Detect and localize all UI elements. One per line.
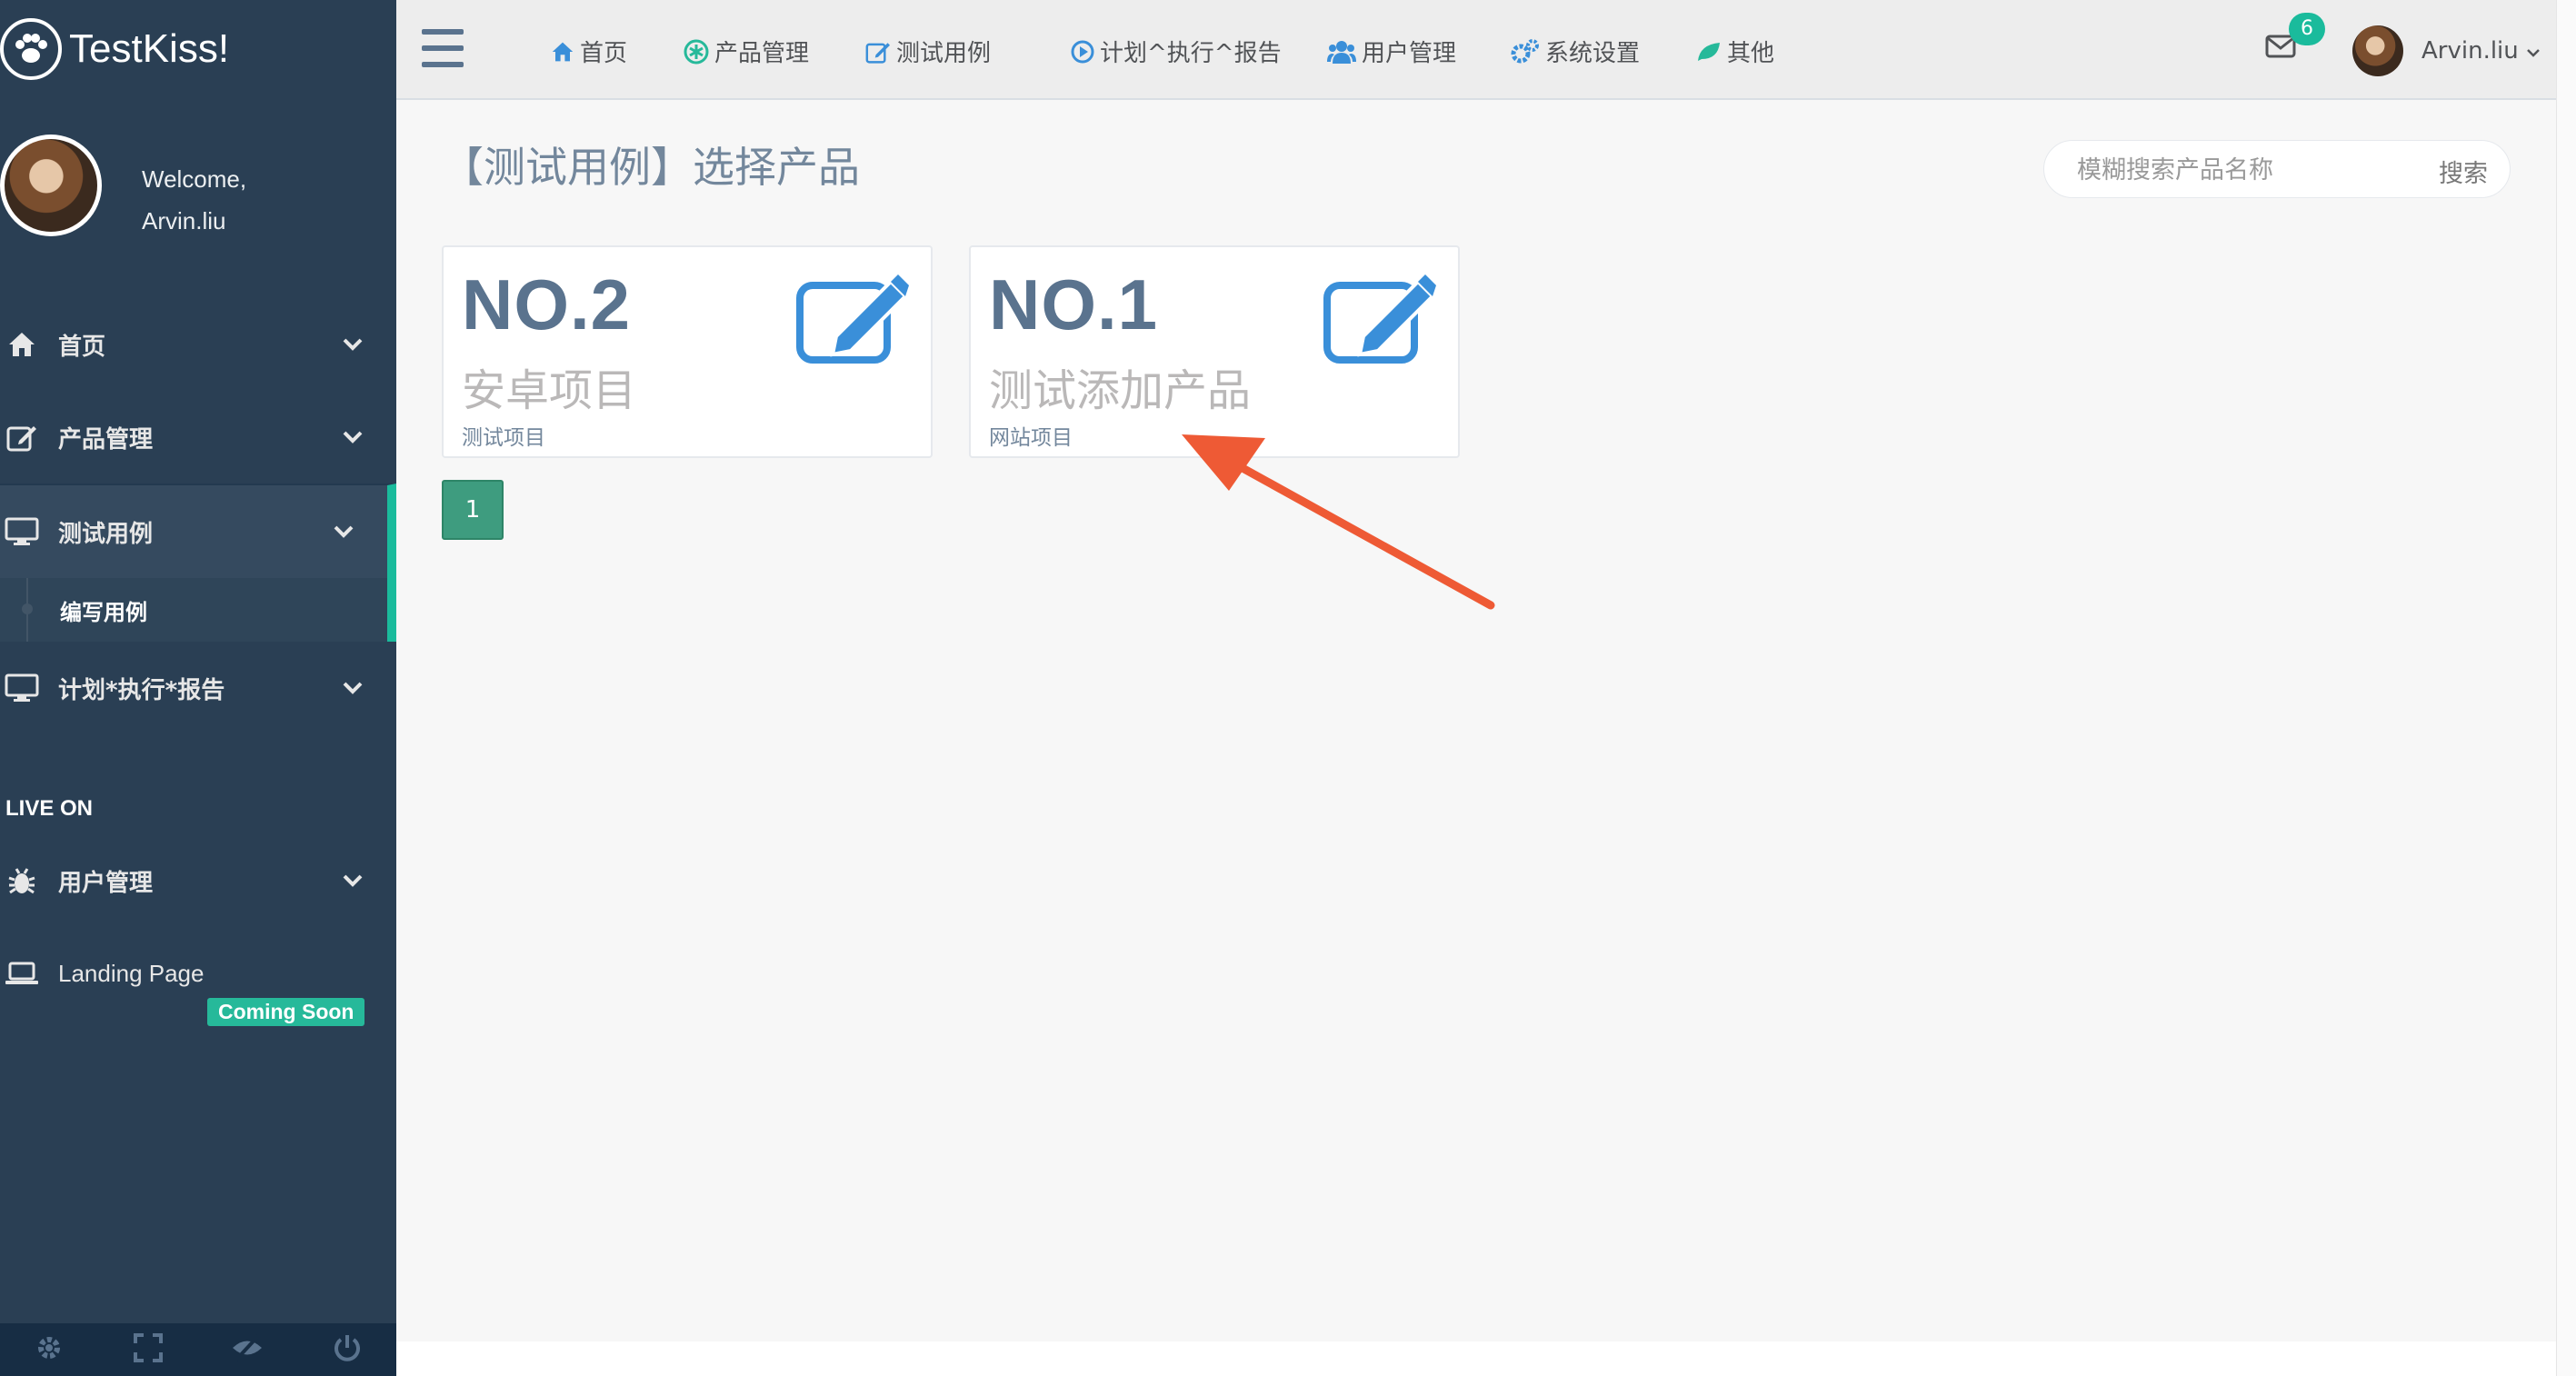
avatar xyxy=(2352,25,2403,76)
user-name: Arvin.liu xyxy=(2421,37,2519,65)
fullscreen-icon[interactable] xyxy=(133,1332,164,1367)
sidebar-item-home[interactable]: 首页 xyxy=(0,298,396,391)
top-nav-users[interactable]: 用户管理 xyxy=(1327,35,1456,68)
asterisk-icon xyxy=(684,39,709,65)
product-name: 安卓项目 xyxy=(462,365,637,416)
search-button[interactable]: 搜索 xyxy=(2439,154,2488,189)
sidebar-item-label: 测试用例 xyxy=(58,520,154,548)
sidebar-menu-live: 用户管理 Landing Page xyxy=(0,834,396,1020)
footer xyxy=(396,1341,2556,1376)
leaf-icon xyxy=(1696,41,1722,63)
sidebar-item-label: 计划*执行*报告 xyxy=(58,676,225,704)
product-number: NO.2 xyxy=(462,264,632,344)
edit-icon[interactable] xyxy=(796,273,909,367)
top-nav-testcases[interactable]: 测试用例 xyxy=(865,35,991,68)
top-nav-label: 系统设置 xyxy=(1545,40,1641,67)
home-icon xyxy=(4,326,40,363)
mail-count-badge: 6 xyxy=(2289,13,2325,45)
sidebar-menu: 首页 产品管理 测试用例 编写用例 计划*执行*报告 xyxy=(0,298,396,734)
bug-icon xyxy=(4,862,40,899)
product-name: 测试添加产品 xyxy=(989,365,1252,416)
chevron-down-icon xyxy=(342,424,364,451)
sidebar-item-label: Landing Page xyxy=(58,959,205,987)
sidebar-item-label: 首页 xyxy=(58,333,106,361)
user-menu[interactable]: Arvin.liu xyxy=(2352,25,2541,76)
chevron-down-icon xyxy=(342,331,364,358)
users-icon xyxy=(1327,40,1356,64)
page-title: 【测试用例】选择产品 xyxy=(442,143,860,192)
welcome-label: Welcome, xyxy=(142,165,247,193)
cogs-icon xyxy=(1511,38,1540,65)
sidebar-item-products[interactable]: 产品管理 xyxy=(0,391,396,484)
welcome-username: Arvin.liu xyxy=(142,207,226,234)
desktop-icon xyxy=(4,514,40,550)
chevron-down-icon xyxy=(333,518,354,545)
eye-close-icon[interactable] xyxy=(231,1332,264,1367)
sidebar-item-plan[interactable]: 计划*执行*报告 xyxy=(0,642,396,734)
top-nav-label: 产品管理 xyxy=(714,40,810,67)
edit-icon xyxy=(4,419,40,455)
sidebar-subitem-label: 编写用例 xyxy=(60,599,147,625)
desktop-icon xyxy=(4,670,40,706)
top-nav-plan[interactable]: 计划^执行^报告 xyxy=(1071,35,1282,68)
paw-icon xyxy=(0,18,62,80)
top-nav-home[interactable]: 首页 xyxy=(551,35,627,68)
top-navbar: 首页 产品管理 测试用例 计划^执行^报告 用户管理 系统设置 其他 6 Arv… xyxy=(396,0,2556,100)
top-nav-label: 用户管理 xyxy=(1362,40,1457,67)
top-nav-settings[interactable]: 系统设置 xyxy=(1511,35,1640,68)
welcome-text: Welcome, Arvin.liu xyxy=(142,158,246,242)
sidebar-item-label: 产品管理 xyxy=(58,425,154,454)
top-nav-label: 测试用例 xyxy=(896,40,992,67)
sidebar: TestKiss! Welcome, Arvin.liu 首页 产品管理 测试用… xyxy=(0,0,396,1376)
sidebar-item-testcases[interactable]: 测试用例 xyxy=(0,484,396,578)
main-content: 【测试用例】选择产品 搜索 NO.2 安卓项目 测试项目 NO.1 测试添加产品… xyxy=(396,102,2556,1341)
sidebar-item-users[interactable]: 用户管理 xyxy=(0,834,396,927)
profile: Welcome, Arvin.liu xyxy=(0,135,396,244)
top-nav-other[interactable]: 其他 xyxy=(1696,35,1774,68)
home-icon xyxy=(551,41,574,63)
scrollbar[interactable] xyxy=(2556,0,2576,1376)
product-type: 测试项目 xyxy=(462,426,545,450)
brand-name: TestKiss! xyxy=(69,26,230,71)
settings-icon[interactable] xyxy=(34,1332,65,1367)
chevron-down-icon xyxy=(2526,37,2541,65)
app: TestKiss! Welcome, Arvin.liu 首页 产品管理 测试用… xyxy=(0,0,2576,1376)
sidebar-footer xyxy=(0,1323,396,1376)
search-box: 搜索 xyxy=(2043,140,2511,198)
section-title: LIVE ON xyxy=(5,796,94,821)
brand[interactable]: TestKiss! xyxy=(0,0,396,98)
laptop-icon xyxy=(4,955,40,992)
edit-icon xyxy=(865,40,891,64)
search-input[interactable] xyxy=(2077,154,2404,186)
top-nav-label: 计划^执行^报告 xyxy=(1100,40,1282,67)
product-type: 网站项目 xyxy=(989,426,1073,450)
avatar[interactable] xyxy=(0,135,102,236)
bullet-dot xyxy=(22,603,33,614)
power-icon[interactable] xyxy=(332,1332,363,1367)
sidebar-subitem-write-case[interactable]: 编写用例 xyxy=(0,578,396,642)
pagination-page-button[interactable]: 1 xyxy=(442,480,504,540)
sidebar-item-label: 用户管理 xyxy=(58,869,154,897)
product-number: NO.1 xyxy=(989,264,1159,344)
menu-toggle-icon[interactable] xyxy=(422,29,464,67)
chevron-down-icon xyxy=(342,867,364,894)
chevron-down-icon xyxy=(342,674,364,702)
top-nav-label: 其他 xyxy=(1727,40,1775,67)
play-circle-icon xyxy=(1071,40,1094,64)
top-nav-products[interactable]: 产品管理 xyxy=(684,35,809,68)
coming-soon-badge: Coming Soon xyxy=(207,998,365,1026)
edit-icon[interactable] xyxy=(1323,273,1436,367)
product-card[interactable]: NO.2 安卓项目 测试项目 xyxy=(442,245,933,458)
top-nav-label: 首页 xyxy=(580,40,628,67)
product-card[interactable]: NO.1 测试添加产品 网站项目 xyxy=(969,245,1460,458)
